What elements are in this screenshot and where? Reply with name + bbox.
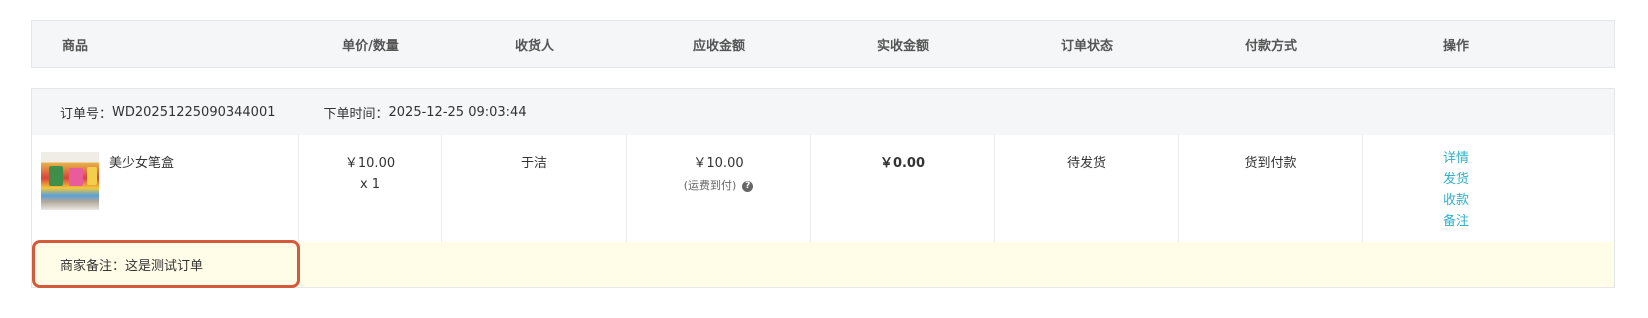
shipping-note-row: (运费到付)? [627,177,810,193]
header-goods: 商品 [62,38,89,54]
product-image[interactable] [41,152,99,210]
ship-link[interactable]: 发货 [1363,169,1549,190]
order-time: 2025-12-25 09:03:44 [388,104,527,120]
detail-link[interactable]: 详情 [1363,148,1549,169]
amount-due: ￥10.00 [693,156,744,171]
question-circle-icon[interactable]: ? [742,180,754,192]
order-card: 订单号： WD20251225090344001 下单时间： 2025-12-2… [31,88,1615,288]
goods-cell: 美少女笔盒 [32,135,299,242]
order-status: 待发货 [1066,156,1106,171]
collect-payment-link[interactable]: 收款 [1363,190,1549,211]
order-no-label: 订单号： [60,106,113,122]
product-name[interactable]: 美少女笔盒 [109,152,174,171]
table-header: 商品 单价/数量 收货人 应收金额 实收金额 订单状态 付款方式 操作 [31,20,1615,68]
receiver-name: 于洁 [520,156,547,171]
order-time-label: 下单时间： [323,106,389,122]
order-list: 商品 单价/数量 收货人 应收金额 实收金额 订单状态 付款方式 操作 订单号：… [31,20,1615,288]
amount-paid: ￥0.00 [879,156,926,171]
header-receiver: 收货人 [514,38,554,54]
amount-paid-cell: ￥0.00 [811,135,995,242]
remark-link[interactable]: 备注 [1363,211,1549,232]
quantity: x 1 [359,177,381,192]
header-payment-method: 付款方式 [1244,38,1297,54]
header-order-status: 订单状态 [1060,38,1113,54]
header-price-qty: 单价/数量 [342,38,399,54]
price-qty-cell: ￥10.00 x 1 [299,135,442,242]
receiver-cell: 于洁 [442,135,627,242]
order-row: 美少女笔盒 ￥10.00 x 1 于洁 ￥10.00 (运费到付)? ￥0.00… [32,135,1614,242]
header-amount-due: 应收金额 [692,38,745,54]
payment-cell: 货到付款 [1179,135,1363,242]
header-actions: 操作 [1442,38,1469,54]
order-no: WD20251225090344001 [112,104,276,120]
merchant-remark-row: 商家备注：这是测试订单 [32,240,1614,288]
shipping-note: (运费到付) [683,179,737,192]
status-cell: 待发货 [995,135,1179,242]
amount-due-cell: ￥10.00 (运费到付)? [627,135,811,242]
highlight-box [32,240,300,288]
header-amount-paid: 实收金额 [876,38,929,54]
unit-price: ￥10.00 [344,156,396,171]
payment-method: 货到付款 [1244,156,1297,171]
order-head: 订单号： WD20251225090344001 下单时间： 2025-12-2… [32,89,1614,135]
actions-cell: 详情 发货 收款 备注 [1363,135,1549,242]
